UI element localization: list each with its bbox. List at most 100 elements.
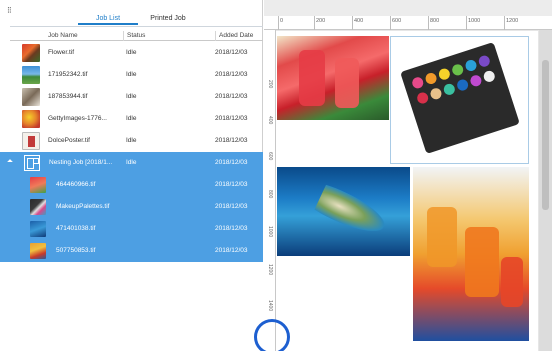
- island-aerial-image[interactable]: [277, 167, 410, 256]
- table-row[interactable]: 187853944.tif Idle 2018/12/03: [0, 86, 263, 108]
- table-row[interactable]: GettyImages-1776... Idle 2018/12/03: [0, 108, 263, 130]
- empty-list-area: [0, 262, 263, 351]
- ruler-tick: 600: [392, 18, 402, 24]
- island-shape: [313, 183, 391, 241]
- job-date: 2018/12/03: [215, 181, 248, 188]
- job-name: 507750853.tif: [56, 247, 96, 254]
- job-date: 2018/12/03: [215, 71, 248, 78]
- job-status: Idle: [126, 115, 137, 122]
- ruler-mark: [466, 16, 467, 30]
- color-swatch: [442, 82, 457, 97]
- vertical-ruler: 200 400 600 800 1000 1200 1400: [264, 30, 276, 351]
- color-swatch: [424, 71, 438, 86]
- job-date: 2018/12/03: [215, 203, 248, 210]
- ruler-mark: [428, 16, 429, 30]
- table-row-child[interactable]: 507750853.tif 2018/12/03: [0, 240, 263, 262]
- ruler-mark: [390, 16, 391, 30]
- interior-thumbnail: [22, 88, 40, 106]
- job-date: 2018/12/03: [215, 159, 248, 166]
- strawberry-drink-thumbnail: [30, 177, 46, 193]
- table-row[interactable]: DolcePoster.tif Idle 2018/12/03: [0, 130, 263, 152]
- color-swatch: [477, 54, 492, 69]
- ruler-tick: 1400: [267, 300, 273, 312]
- sunflower-thumbnail: [22, 110, 40, 128]
- ruler-tick: 1200: [506, 18, 519, 24]
- nesting-job-icon: [24, 155, 40, 171]
- job-date: 2018/12/03: [215, 115, 248, 122]
- ruler-tick: 400: [267, 116, 273, 125]
- job-list-panel: ⁝⁝ Job List Printed Job Job Name Status …: [0, 0, 263, 351]
- job-tabs: Job List Printed Job: [78, 13, 198, 25]
- preview-toolbar-strip: [264, 0, 552, 16]
- horizontal-ruler: 0 200 400 600 800 1000 1200: [264, 16, 552, 30]
- color-swatch: [469, 73, 483, 88]
- job-date: 2018/12/03: [215, 225, 248, 232]
- juice-thumbnail: [30, 243, 46, 259]
- column-header-job-name[interactable]: Job Name: [10, 31, 124, 41]
- landscape-thumbnail: [22, 66, 40, 84]
- panel-grip-icon[interactable]: ⁝⁝: [7, 6, 12, 15]
- ruler-tick: 1000: [468, 18, 481, 24]
- job-status: Idle: [126, 93, 137, 100]
- ruler-tick: 1000: [267, 226, 273, 238]
- ruler-tick: 800: [430, 18, 440, 24]
- vertical-scrollbar[interactable]: [539, 30, 552, 351]
- makeup-palette-image[interactable]: [390, 36, 529, 164]
- glass-shape: [465, 227, 499, 297]
- expand-arrow-icon[interactable]: [7, 159, 13, 165]
- table-row-nesting-job[interactable]: Nesting Job [2018/1... Idle 2018/12/03: [0, 152, 263, 174]
- job-name: 464460966.tif: [56, 181, 96, 188]
- color-swatch: [464, 58, 478, 73]
- tab-printed-job[interactable]: Printed Job: [138, 13, 198, 25]
- ruler-tick: 400: [354, 18, 364, 24]
- makeup-palette-thumbnail: [30, 199, 46, 215]
- table-row[interactable]: 171952342.tif Idle 2018/12/03: [0, 64, 263, 86]
- color-swatch: [450, 62, 465, 77]
- job-name: 471401038.tif: [56, 225, 96, 232]
- table-row-child[interactable]: MakeupPalettes.tif 2018/12/03: [0, 196, 263, 218]
- column-header-added-date[interactable]: Added Date: [216, 31, 263, 41]
- ruler-tick: 200: [316, 18, 326, 24]
- table-row[interactable]: Flower.tif Idle 2018/12/03: [0, 42, 263, 64]
- poster-thumbnail: [22, 132, 40, 150]
- color-swatch: [415, 91, 430, 105]
- glass-shape: [427, 207, 457, 267]
- glass-shape: [501, 257, 523, 307]
- glass-shape: [335, 58, 359, 108]
- strawberry-drink-image[interactable]: [277, 36, 389, 120]
- color-swatch: [482, 69, 497, 84]
- tab-divider: [10, 26, 263, 27]
- highlight-circle: [254, 319, 290, 351]
- job-date: 2018/12/03: [215, 93, 248, 100]
- color-swatch: [437, 67, 452, 82]
- ruler-tick: 1200: [267, 264, 273, 276]
- ruler-tick: 800: [267, 190, 273, 199]
- island-thumbnail: [30, 221, 46, 237]
- job-date: 2018/12/03: [215, 137, 248, 144]
- color-swatch: [455, 78, 470, 92]
- tab-job-list[interactable]: Job List: [78, 13, 138, 25]
- ruler-mark: [504, 16, 505, 30]
- job-name: MakeupPalettes.tif: [56, 203, 110, 210]
- scrollbar-thumb[interactable]: [542, 60, 549, 210]
- job-status: Idle: [126, 49, 137, 56]
- job-name: Nesting Job [2018/1...: [49, 159, 113, 166]
- flower-thumbnail: [22, 44, 40, 62]
- ruler-tick: 600: [267, 152, 273, 161]
- table-row-child[interactable]: 464460966.tif 2018/12/03: [0, 174, 263, 196]
- ruler-tick: 0: [280, 18, 284, 24]
- column-header-status[interactable]: Status: [124, 31, 216, 41]
- job-status: Idle: [126, 159, 137, 166]
- job-status: Idle: [126, 71, 137, 78]
- job-date: 2018/12/03: [215, 49, 248, 56]
- ruler-mark: [352, 16, 353, 30]
- color-swatch: [429, 86, 443, 101]
- job-status: Idle: [126, 137, 137, 144]
- table-row-child[interactable]: 471401038.tif 2018/12/03: [0, 218, 263, 240]
- palette-case: [400, 41, 520, 155]
- ruler-mark: [314, 16, 315, 30]
- job-table-header: Job Name Status Added Date: [10, 30, 263, 41]
- juice-glasses-image[interactable]: [413, 167, 529, 341]
- ruler-tick: 200: [267, 80, 273, 89]
- color-swatch: [410, 75, 425, 90]
